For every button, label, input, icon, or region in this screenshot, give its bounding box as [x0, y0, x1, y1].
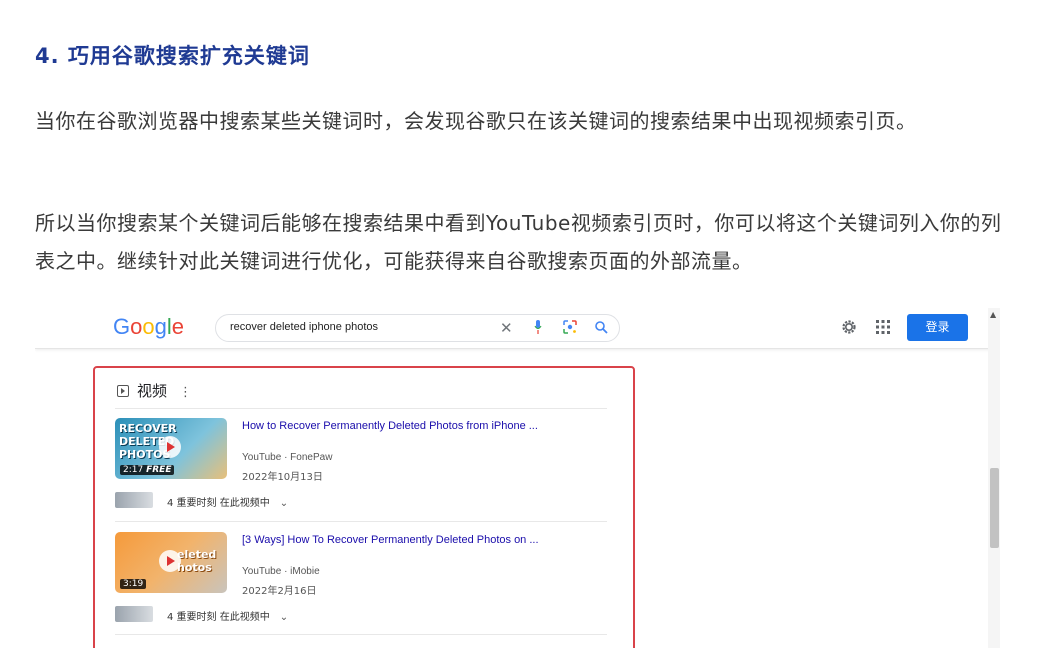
key-moments-preview	[115, 492, 153, 508]
section-heading: 4. 巧用谷歌搜索扩充关键词	[35, 44, 310, 68]
scrollbar-thumb[interactable]	[990, 468, 999, 548]
video-source: YouTube · FonePaw	[242, 452, 333, 463]
videos-section-header: 视频 ⋮	[117, 380, 192, 401]
video-date: 2022年10月13日	[242, 472, 323, 483]
videos-result-card: 视频 ⋮ RECOVER DELETED PHOTOS 2:17 FREE How…	[93, 366, 635, 648]
microphone-icon[interactable]	[534, 320, 542, 334]
logo-letter: G	[113, 314, 131, 339]
key-moments-toggle[interactable]: 4 重要时刻 在此视频中 ⌄	[167, 494, 288, 509]
video-icon	[117, 385, 129, 397]
key-moments-toggle[interactable]: 4 重要时刻 在此视频中 ⌄	[167, 608, 288, 623]
play-icon	[159, 436, 181, 458]
search-icon[interactable]	[594, 320, 608, 334]
key-moments-label: 4 重要时刻 在此视频中	[167, 612, 270, 623]
google-logo[interactable]: Google	[113, 314, 184, 340]
video-duration: 3:19	[120, 579, 147, 589]
paragraph-2: 所以当你搜索某个关键词后能够在搜索结果中看到YouTube视频索引页时，你可以将…	[35, 211, 1002, 273]
login-button[interactable]: 登录	[907, 314, 968, 341]
video-title-link[interactable]: How to Recover Permanently Deleted Photo…	[242, 420, 538, 432]
embedded-search-screenshot: Google recover deleted iphone photos ✕ 登…	[35, 308, 1000, 648]
paragraph-1: 当你在谷歌浏览器中搜索某些关键词时，会发现谷歌只在该关键词的搜索结果中出现视频索…	[35, 109, 917, 133]
gear-icon[interactable]	[841, 319, 857, 335]
lens-icon[interactable]	[563, 320, 577, 334]
logo-letter: g	[154, 314, 167, 339]
video-date: 2022年2月16日	[242, 586, 317, 597]
clear-icon[interactable]: ✕	[500, 319, 513, 337]
logo-letter: o	[130, 314, 143, 339]
logo-letter: o	[142, 314, 155, 339]
video-title-link[interactable]: [3 Ways] How To Recover Permanently Dele…	[242, 534, 539, 546]
key-moments-preview	[115, 606, 153, 622]
divider	[115, 408, 607, 409]
divider	[115, 521, 607, 522]
more-options-icon[interactable]: ⋮	[179, 385, 192, 400]
google-top-bar: Google recover deleted iphone photos ✕ 登…	[35, 308, 1000, 349]
video-source: YouTube · iMobie	[242, 566, 320, 577]
logo-letter: e	[171, 314, 185, 339]
search-query-text: recover deleted iphone photos	[230, 321, 378, 333]
chevron-down-icon: ⌄	[279, 498, 289, 509]
scroll-up-arrow-icon[interactable]: ▲	[990, 310, 996, 319]
videos-section-title: 视频	[137, 382, 168, 400]
thumbnail-text: eleted hotos	[177, 548, 217, 574]
video-thumbnail[interactable]: eleted hotos 3:19	[115, 532, 227, 593]
search-input[interactable]: recover deleted iphone photos ✕	[215, 314, 620, 342]
key-moments-label: 4 重要时刻 在此视频中	[167, 498, 270, 509]
chevron-down-icon: ⌄	[279, 612, 289, 623]
video-thumbnail[interactable]: RECOVER DELETED PHOTOS 2:17 FREE	[115, 418, 227, 479]
divider	[115, 634, 607, 635]
video-duration: 2:17 FREE	[120, 465, 175, 475]
play-icon	[159, 550, 181, 572]
apps-grid-icon[interactable]	[876, 320, 890, 334]
